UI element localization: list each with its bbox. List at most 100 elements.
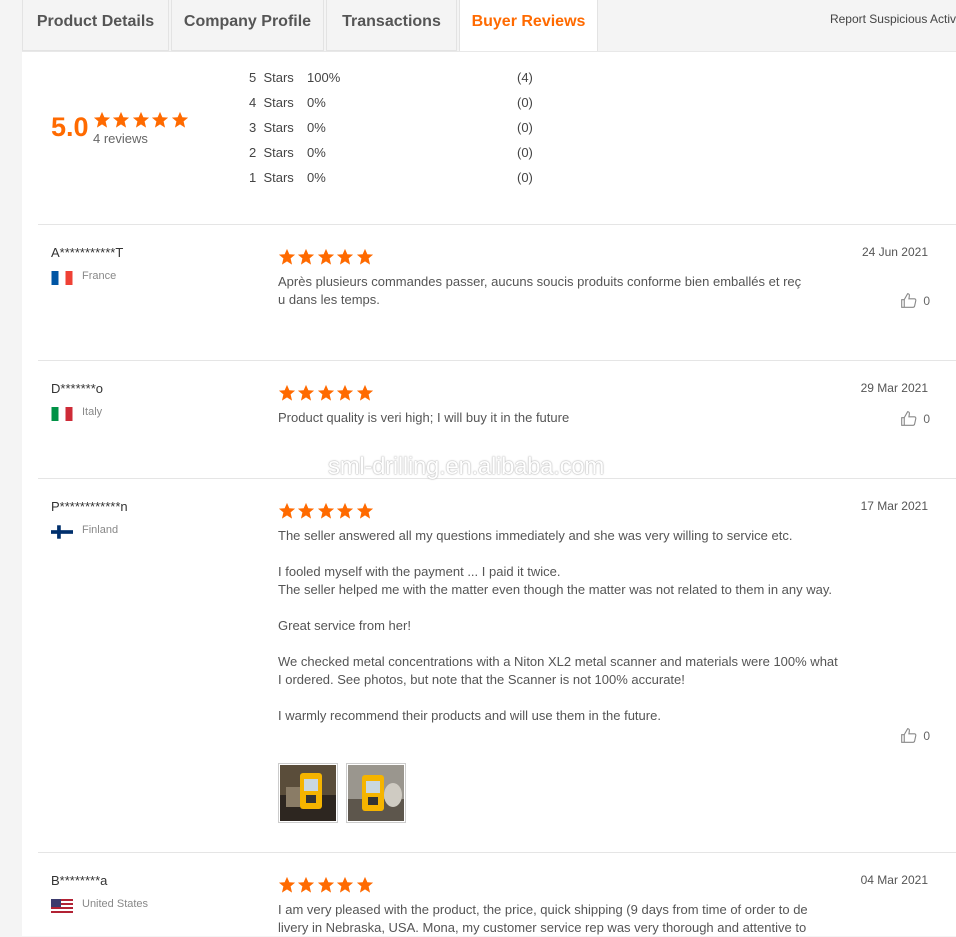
reviewer-name: D*******o [51, 381, 104, 396]
average-stars [93, 111, 190, 129]
star-icon [298, 502, 315, 519]
star-icon [337, 384, 354, 401]
review-text: Après plusieurs commandes passer, aucuns… [278, 273, 840, 309]
breakdown-label: 5 Stars [249, 70, 294, 85]
review-paragraph: The seller answered all my questions imm… [278, 528, 793, 543]
breakdown-count: (4) [517, 70, 533, 85]
review-paragraph: I am very pleased with the product, the … [278, 902, 808, 935]
review-stars [278, 876, 375, 894]
tab-product-details[interactable]: Product Details [22, 0, 169, 51]
like-button[interactable]: 0 [900, 727, 930, 744]
review-item: A***********T France 24 Jun 2021 Après p… [38, 225, 956, 361]
star-icon [152, 111, 169, 128]
review-text: I am very pleased with the product, the … [278, 901, 840, 937]
review-paragraph: Great service from her! [278, 618, 411, 633]
breakdown-percent: 0% [307, 120, 326, 135]
review-stars [278, 248, 375, 266]
tab-company-profile[interactable]: Company Profile [171, 0, 324, 51]
breakdown-label: 4 Stars [249, 95, 294, 110]
breakdown-row: 1 Stars 0% (0) [249, 170, 549, 188]
like-count: 0 [923, 293, 930, 308]
star-icon [278, 876, 296, 893]
reviewer-country: Italy [82, 406, 103, 418]
like-count: 0 [923, 728, 930, 743]
star-icon [317, 502, 334, 519]
review-paragraph: Product quality is veri high; I will buy… [278, 410, 570, 425]
review-paragraph: Après plusieurs commandes passer, aucuns… [278, 274, 802, 307]
review-date: 17 Mar 2021 [860, 499, 928, 513]
review-text: Product quality is veri high; I will buy… [278, 409, 840, 427]
review-text: The seller answered all my questions imm… [278, 527, 840, 725]
rating-summary: 5.0 4 reviews 5 Stars 100% (4) 4 Stars 0… [38, 52, 956, 225]
review-item: B********a United States 04 Mar 2021 I a… [38, 853, 956, 936]
star-icon [298, 876, 315, 893]
star-icon [298, 384, 315, 401]
review-date: 29 Mar 2021 [860, 381, 928, 395]
review-paragraph: I fooled myself with the payment ... I p… [278, 564, 832, 597]
breakdown-count: (0) [517, 120, 533, 135]
star-icon [337, 502, 354, 519]
review-date: 24 Jun 2021 [861, 245, 928, 259]
star-icon [317, 876, 334, 893]
reviewer-name: B********a [51, 873, 108, 888]
italy-flag-icon [51, 407, 73, 421]
star-icon [356, 248, 373, 265]
breakdown-percent: 100% [307, 70, 341, 85]
star-icon [132, 111, 149, 128]
tab-bar: Product Details Company Profile Transact… [22, 0, 956, 52]
breakdown-percent: 0% [307, 95, 326, 110]
breakdown-label: 3 Stars [249, 120, 294, 135]
thumbs-up-icon [901, 728, 917, 743]
star-icon [278, 384, 296, 401]
breakdown-row: 5 Stars 100% (4) [249, 70, 549, 88]
review-paragraph: I warmly recommend their products and wi… [278, 708, 661, 723]
star-icon [337, 248, 354, 265]
breakdown-row: 3 Stars 0% (0) [249, 120, 549, 138]
breakdown-percent: 0% [307, 145, 326, 160]
like-button[interactable]: 0 [900, 292, 930, 309]
scanner-photo-image [348, 765, 404, 821]
review-count: 4 reviews [93, 131, 148, 146]
star-icon [171, 111, 188, 128]
finland-flag-icon [51, 525, 73, 539]
tab-buyer-reviews[interactable]: Buyer Reviews [459, 0, 598, 52]
reviewer-country: Finland [82, 524, 119, 536]
scanner-photo-image [280, 765, 336, 821]
review-photo-thumbnail[interactable] [278, 763, 338, 823]
star-icon [113, 111, 130, 128]
star-icon [317, 248, 334, 265]
reviewer-name: A***********T [51, 245, 124, 260]
star-icon [356, 876, 373, 893]
review-stars [278, 384, 375, 402]
star-icon [356, 384, 373, 401]
star-icon [278, 248, 296, 265]
like-count: 0 [923, 411, 930, 426]
breakdown-percent: 0% [307, 170, 326, 185]
report-suspicious-activity-link[interactable]: Report Suspicious Activ [830, 12, 956, 26]
tab-transactions[interactable]: Transactions [326, 0, 457, 51]
like-button[interactable]: 0 [900, 410, 930, 427]
usa-flag-icon [51, 899, 73, 913]
star-icon [298, 248, 315, 265]
review-date: 04 Mar 2021 [860, 873, 928, 887]
reviewer-country: United States [82, 898, 149, 910]
average-rating: 5.0 [51, 112, 89, 142]
store-watermark: sml-drilling.en.alibaba.com [328, 453, 605, 480]
breakdown-label: 1 Stars [249, 170, 294, 185]
reviewer-name: P************n [51, 499, 128, 514]
review-item: P************n Finland 17 Mar 2021 The s… [38, 479, 956, 853]
breakdown-count: (0) [517, 145, 533, 160]
breakdown-label: 2 Stars [249, 145, 294, 160]
breakdown-row: 2 Stars 0% (0) [249, 145, 549, 163]
review-photos [278, 763, 406, 823]
breakdown-row: 4 Stars 0% (0) [249, 95, 549, 113]
star-icon [93, 111, 111, 128]
star-icon [337, 876, 354, 893]
breakdown-count: (0) [517, 170, 533, 185]
star-icon [356, 502, 373, 519]
review-stars [278, 502, 375, 520]
review-photo-thumbnail[interactable] [346, 763, 406, 823]
thumbs-up-icon [901, 411, 917, 426]
review-paragraph: We checked metal concentrations with a N… [278, 654, 838, 687]
france-flag-icon [51, 271, 73, 285]
